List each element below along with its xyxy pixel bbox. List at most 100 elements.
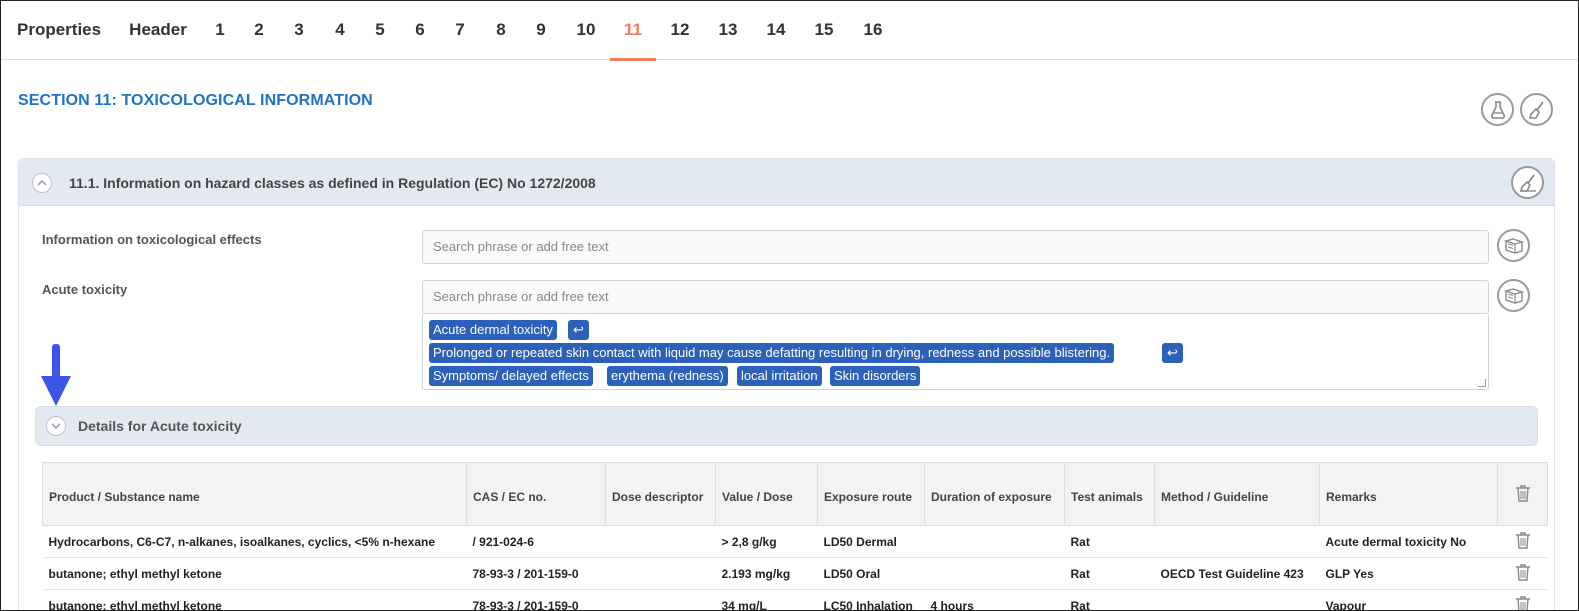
tag-line-break[interactable]: ↩ [1162,343,1183,363]
tab-9[interactable]: 9 [531,1,551,60]
broom-icon [1528,100,1544,119]
phrase-book-icon [1503,237,1524,254]
column-header: Value / Dose [715,462,818,526]
tag-prolonged-skin-contact[interactable]: Prolonged or repeated skin contact with … [429,343,1115,363]
table-cell [605,557,716,590]
hazard-classes-panel: 11.1. Information on hazard classes as d… [18,158,1555,610]
table-cell: Vapour [1319,589,1498,610]
column-header: Product / Substance name [42,462,467,526]
collapse-toggle[interactable] [32,173,52,193]
table-cell: 2.193 mg/kg [715,557,818,590]
toxicological-effects-input[interactable]: Search phrase or add free text [422,230,1489,264]
table-cell [1154,525,1320,558]
tag-line-break[interactable]: ↩ [568,320,589,340]
tab-8[interactable]: 8 [491,1,511,60]
tab-2[interactable]: 2 [249,1,269,60]
tab-4[interactable]: 4 [330,1,350,60]
tag-local-irritation[interactable]: local irritation [737,366,822,386]
column-header: Dose descriptor [605,462,716,526]
table-row[interactable]: Hydrocarbons, C6-C7, n-alkanes, isoalkan… [42,525,1548,558]
tag-acute-dermal-toxicity[interactable]: Acute dermal toxicity [429,320,557,340]
delete-row-button[interactable] [1497,589,1548,610]
column-header: Method / Guideline [1154,462,1320,526]
column-header: Remarks [1319,462,1498,526]
table-cell: 34 mg/L [715,589,818,610]
trash-icon [1515,484,1530,502]
table-cell: Acute dermal toxicity No [1319,525,1498,558]
tag-erythema[interactable]: erythema (redness) [607,366,728,386]
table-header-row: Product / Substance name CAS / EC no. Do… [42,462,1548,526]
table-cell [1154,589,1320,610]
phrase-book-icon [1503,287,1524,304]
tab-13[interactable]: 13 [715,1,741,60]
acute-toxicity-input[interactable]: Search phrase or add free text [422,280,1489,314]
annotation-arrow-down-icon [41,344,71,406]
tab-16[interactable]: 16 [860,1,886,60]
tab-properties[interactable]: Properties [17,1,101,60]
resize-grip[interactable] [1478,379,1486,387]
acute-toxicity-tags[interactable]: Acute dermal toxicity ↩ Prolonged or rep… [422,314,1489,390]
phrase-book-button-2[interactable] [1497,279,1530,312]
phrase-book-button-1[interactable] [1497,229,1530,262]
table-cell: 78-93-3 / 201-159-0 [466,557,606,590]
table-row[interactable]: butanone; ethyl methyl ketone 78-93-3 / … [42,589,1548,610]
column-header: Exposure route [817,462,925,526]
app-frame: Properties Header 1 2 3 4 5 6 7 8 9 10 1… [0,0,1579,611]
table-cell: Rat [1064,525,1155,558]
tag-symptoms-delayed-effects[interactable]: Symptoms/ delayed effects [429,366,593,386]
delete-row-button[interactable] [1497,525,1548,558]
column-header: Test animals [1064,462,1155,526]
table-cell: butanone; ethyl methyl ketone [42,557,467,590]
table-cell: > 2,8 g/kg [715,525,818,558]
table-cell: 4 hours [924,589,1065,610]
broom-icon [1519,173,1536,192]
tab-7[interactable]: 7 [450,1,470,60]
tab-6[interactable]: 6 [410,1,430,60]
column-header: CAS / EC no. [466,462,606,526]
table-cell: OECD Test Guideline 423 [1154,557,1320,590]
tab-15[interactable]: 15 [811,1,837,60]
table-cell: butanone; ethyl methyl ketone [42,589,467,610]
chevron-up-icon [37,180,47,186]
table-cell [924,525,1065,558]
tab-3[interactable]: 3 [289,1,309,60]
acute-toxicity-table: Product / Substance name CAS / EC no. Do… [42,462,1548,610]
clear-section-button[interactable] [1520,93,1553,126]
details-title: Details for Acute toxicity [78,418,242,434]
tab-10[interactable]: 10 [573,1,599,60]
table-cell: / 921-024-6 [466,525,606,558]
tab-1[interactable]: 1 [210,1,230,60]
tab-12[interactable]: 12 [667,1,693,60]
chevron-down-icon [51,423,61,429]
panel-header[interactable]: 11.1. Information on hazard classes as d… [19,159,1554,206]
table-row[interactable]: butanone; ethyl methyl ketone 78-93-3 / … [42,557,1548,590]
tab-14[interactable]: 14 [763,1,789,60]
tag-skin-disorders[interactable]: Skin disorders [830,366,921,386]
table-cell: 78-93-3 / 201-159-0 [466,589,606,610]
table-cell: GLP Yes [1319,557,1498,590]
details-header[interactable]: Details for Acute toxicity [35,406,1538,446]
table-cell [924,557,1065,590]
tab-header[interactable]: Header [128,1,188,60]
panel-title: 11.1. Information on hazard classes as d… [69,175,596,191]
column-header: Duration of exposure [924,462,1065,526]
table-cell [605,589,716,610]
table-cell: Rat [1064,589,1155,610]
trash-icon [1515,532,1530,549]
delete-row-button[interactable] [1497,557,1548,590]
expand-toggle[interactable] [46,416,66,436]
lab-clean-icon [1490,100,1505,119]
delete-all-button[interactable] [1497,462,1548,526]
trash-icon [1515,596,1530,610]
table-cell: Rat [1064,557,1155,590]
tab-5[interactable]: 5 [370,1,390,60]
acute-toxicity-label: Acute toxicity [42,282,128,297]
table-cell: LD50 Dermal [817,525,925,558]
clear-panel-button[interactable] [1511,166,1544,199]
table-cell: LD50 Oral [817,557,925,590]
lab-clean-button[interactable] [1481,93,1514,126]
toxicological-effects-label: Information on toxicological effects [42,232,262,247]
tab-11[interactable]: 11 [610,1,656,61]
table-cell [605,525,716,558]
section-title: SECTION 11: TOXICOLOGICAL INFORMATION [18,92,373,109]
